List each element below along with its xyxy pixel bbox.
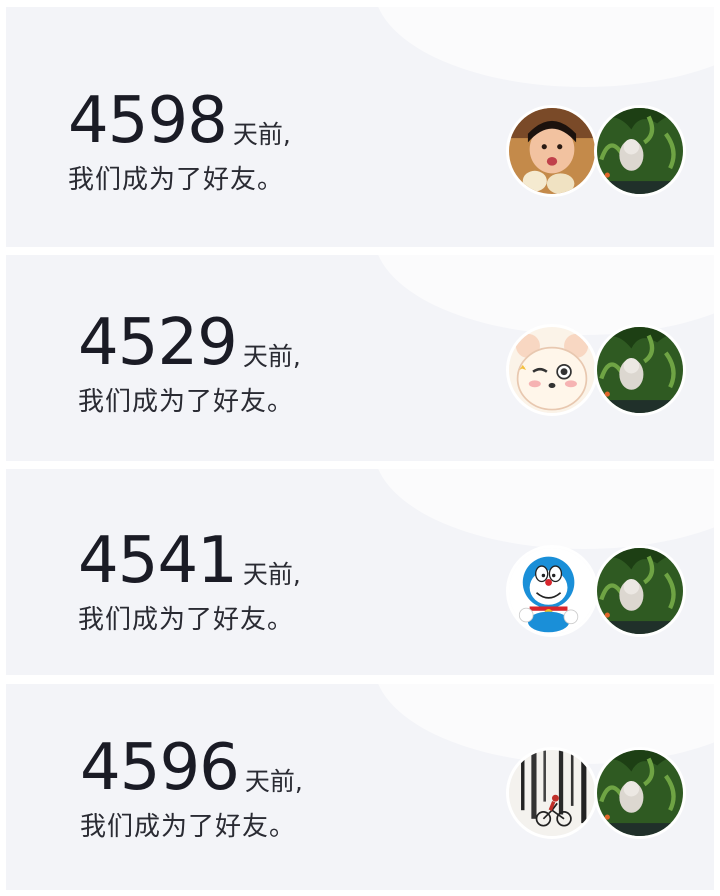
cyclist-illustration-icon (509, 750, 595, 836)
friendship-message: 我们成为了好友。 (68, 165, 285, 195)
plant-photo-icon (597, 548, 683, 634)
my-avatar[interactable] (594, 545, 686, 637)
cartoon-bear-icon (509, 327, 595, 413)
card-decoration (374, 7, 714, 87)
card-text: 4529 天前, 我们成为了好友。 (78, 311, 301, 418)
friendship-message: 我们成为了好友。 (80, 812, 297, 842)
friendship-cards: 4598 天前, 我们成为了好友。 4529 天前, 我们成为了好友。 4541… (0, 0, 720, 896)
plant-photo-icon (597, 750, 683, 836)
doraemon-icon (509, 548, 595, 634)
friendship-card[interactable]: 4598 天前, 我们成为了好友。 (6, 7, 714, 247)
my-avatar[interactable] (594, 747, 686, 839)
friend-avatar[interactable] (506, 324, 598, 416)
plant-photo-icon (597, 327, 683, 413)
days-suffix: 天前, (232, 120, 291, 149)
avatar-pair (506, 747, 686, 839)
avatar-pair (506, 545, 686, 637)
card-text: 4598 天前, 我们成为了好友。 (68, 89, 291, 196)
friendship-message: 我们成为了好友。 (78, 387, 295, 417)
avatar-pair (506, 105, 686, 197)
friendship-card[interactable]: 4596 天前, 我们成为了好友。 (6, 684, 714, 890)
friend-avatar[interactable] (506, 545, 598, 637)
my-avatar[interactable] (594, 105, 686, 197)
days-suffix: 天前, (242, 560, 301, 589)
friendship-message: 我们成为了好友。 (78, 605, 295, 635)
days-count: 4596 (80, 731, 240, 805)
my-avatar[interactable] (594, 324, 686, 416)
days-count: 4529 (78, 306, 238, 380)
friendship-card[interactable]: 4541 天前, 我们成为了好友。 (6, 469, 714, 675)
card-text: 4541 天前, 我们成为了好友。 (78, 529, 301, 636)
days-suffix: 天前, (244, 767, 303, 796)
friendship-card[interactable]: 4529 天前, 我们成为了好友。 (6, 255, 714, 461)
friend-avatar[interactable] (506, 105, 598, 197)
avatar-pair (506, 324, 686, 416)
plant-photo-icon (597, 108, 683, 194)
child-photo-icon (509, 108, 595, 194)
card-text: 4596 天前, 我们成为了好友。 (80, 736, 303, 843)
days-count: 4541 (78, 524, 238, 598)
friend-avatar[interactable] (506, 747, 598, 839)
days-suffix: 天前, (242, 342, 301, 371)
card-decoration (374, 255, 714, 335)
card-decoration (374, 469, 714, 549)
days-count: 4598 (68, 84, 228, 158)
